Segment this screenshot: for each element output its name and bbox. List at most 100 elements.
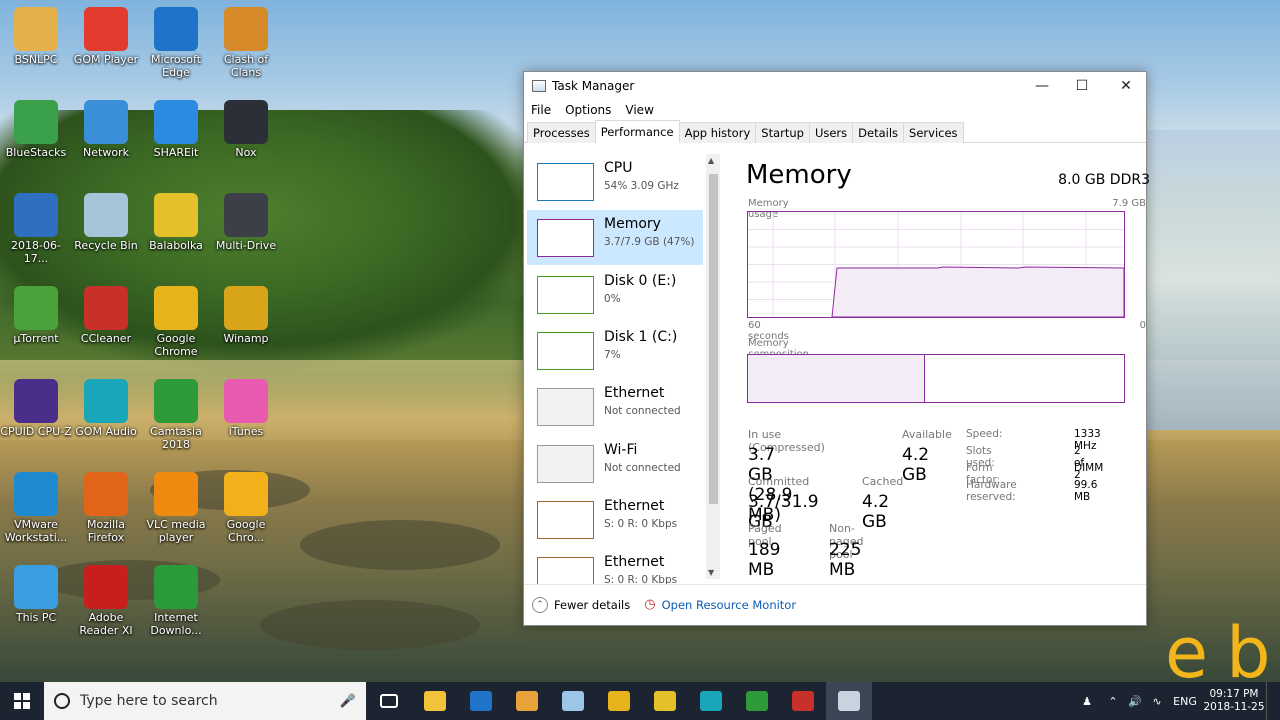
task-manager-window[interactable]: Task Manager — ☐ ✕ File Options View Pro…: [523, 71, 1150, 626]
tab-startup[interactable]: Startup: [755, 122, 810, 143]
desktop-icon[interactable]: This PC: [0, 565, 72, 624]
resource-item[interactable]: Ethernet Not connected: [527, 379, 703, 434]
taskbar-ccleaner[interactable]: [780, 682, 826, 720]
maximize-button[interactable]: ☐: [1060, 72, 1104, 100]
chevron-up-icon[interactable]: ⌃: [1102, 695, 1124, 708]
desktop-icon[interactable]: GOM Audio: [70, 379, 142, 438]
taskbar-gom-audio[interactable]: [688, 682, 734, 720]
memory-composition-bar: [747, 354, 1125, 403]
app-icon: [224, 193, 268, 237]
desktop-icon[interactable]: Google Chro...: [210, 472, 282, 544]
media-icon: [516, 691, 538, 711]
desktop-icon[interactable]: Google Chrome: [140, 286, 212, 358]
menu-file[interactable]: File: [531, 103, 551, 117]
app-icon: [14, 286, 58, 330]
taskbar-edge[interactable]: [458, 682, 504, 720]
resource-sub: S: 0 R: 0 Kbps: [604, 574, 678, 584]
chrome-icon: [608, 691, 630, 711]
desktop-icon[interactable]: 2018-06-17...: [0, 193, 72, 265]
show-desktop-button[interactable]: [1266, 682, 1280, 720]
search-placeholder: Type here to search: [80, 693, 218, 709]
tab-services[interactable]: Services: [903, 122, 964, 143]
open-resource-monitor-link[interactable]: Open Resource Monitor: [662, 598, 796, 612]
resource-thumbnail: [537, 557, 594, 584]
fewer-details-link[interactable]: Fewer details: [554, 598, 630, 612]
desktop-icon[interactable]: Adobe Reader XI: [70, 565, 142, 637]
desktop-icon-label: Mozilla Firefox: [87, 518, 125, 544]
taskbar-task-view[interactable]: [366, 682, 412, 720]
taskbar-file-explorer[interactable]: [412, 682, 458, 720]
tab-processes[interactable]: Processes: [527, 122, 596, 143]
desktop-icon[interactable]: BlueStacks: [0, 100, 72, 159]
people-icon[interactable]: ♟: [1072, 695, 1102, 708]
tab-app-history[interactable]: App history: [678, 122, 757, 143]
footer-bar: ⌃ Fewer details ◷ Open Resource Monitor: [524, 584, 1146, 624]
app-icon: [224, 100, 268, 144]
task-manager-icon: [532, 80, 546, 92]
clock[interactable]: 09:17 PM 2018-11-25: [1202, 688, 1266, 714]
desktop-icon-label: SHAREit: [153, 146, 199, 159]
desktop-icon[interactable]: BSNLPC: [0, 7, 72, 66]
tab-users[interactable]: Users: [808, 122, 854, 143]
desktop-icon-label: BlueStacks: [5, 146, 67, 159]
desktop-icon[interactable]: VMware Workstati...: [0, 472, 72, 544]
tab-details[interactable]: Details: [852, 122, 905, 143]
desktop-icon[interactable]: Mozilla Firefox: [70, 472, 142, 544]
resource-item[interactable]: Disk 1 (C:) 7%: [527, 323, 703, 378]
taskbar-media[interactable]: [504, 682, 550, 720]
microphone-icon[interactable]: 🎤: [340, 694, 356, 709]
desktop-icon[interactable]: iTunes: [210, 379, 282, 438]
resource-item[interactable]: Wi-Fi Not connected: [527, 436, 703, 491]
committed-label: Committed: [748, 475, 810, 488]
taskbar-task-manager[interactable]: [826, 682, 872, 720]
desktop-icon[interactable]: µTorrent: [0, 286, 72, 345]
scroll-up-icon[interactable]: ▲: [708, 156, 714, 165]
desktop-icon[interactable]: Microsoft Edge: [140, 7, 212, 79]
desktop-icon[interactable]: Recycle Bin: [70, 193, 142, 252]
desktop-icon[interactable]: VLC media player: [140, 472, 212, 544]
taskbar-notes[interactable]: [550, 682, 596, 720]
volume-icon[interactable]: 🔊: [1124, 695, 1146, 708]
app-icon: [224, 472, 268, 516]
taskbar-search[interactable]: Type here to search 🎤: [44, 682, 366, 720]
ccleaner-icon: [792, 691, 814, 711]
menu-options[interactable]: Options: [565, 103, 611, 117]
minimize-button[interactable]: —: [1020, 72, 1064, 100]
resource-item[interactable]: Ethernet S: 0 R: 0 Kbps: [527, 492, 703, 547]
desktop-icon[interactable]: Multi-Drive: [210, 193, 282, 252]
taskbar-chrome[interactable]: [596, 682, 642, 720]
desktop-icon[interactable]: Camtasia 2018: [140, 379, 212, 451]
app-icon: [224, 286, 268, 330]
resource-name: Ethernet: [604, 385, 665, 402]
resource-item[interactable]: Memory 3.7/7.9 GB (47%): [527, 210, 703, 266]
desktop-icon[interactable]: SHAREit: [140, 100, 212, 159]
scroll-down-icon[interactable]: ▼: [708, 568, 714, 577]
language-indicator[interactable]: ENG: [1168, 695, 1202, 708]
app-icon: [84, 565, 128, 609]
resource-list-scrollbar[interactable]: ▲ ▼: [706, 154, 720, 579]
desktop-icon[interactable]: Winamp: [210, 286, 282, 345]
rock: [300, 520, 500, 570]
network-icon[interactable]: ∿: [1146, 695, 1168, 708]
tab-performance[interactable]: Performance: [594, 120, 680, 143]
resource-name: CPU: [604, 160, 633, 176]
desktop-icon[interactable]: GOM Player: [70, 7, 142, 66]
taskbar-balabolka[interactable]: [642, 682, 688, 720]
start-button[interactable]: [0, 682, 44, 720]
desktop-icon[interactable]: CPUID CPU-Z: [0, 379, 72, 438]
chevron-up-icon[interactable]: ⌃: [532, 596, 548, 613]
taskbar-camtasia[interactable]: [734, 682, 780, 720]
desktop-icon[interactable]: Network: [70, 100, 142, 159]
desktop-icon[interactable]: CCleaner: [70, 286, 142, 345]
close-button[interactable]: ✕: [1104, 72, 1148, 100]
scrollbar-thumb[interactable]: [709, 174, 718, 504]
resource-item[interactable]: Ethernet S: 0 R: 0 Kbps: [527, 548, 703, 584]
resource-item[interactable]: Disk 0 (E:) 0%: [527, 267, 703, 322]
menu-view[interactable]: View: [625, 103, 653, 117]
desktop-icon[interactable]: Nox: [210, 100, 282, 159]
resource-item[interactable]: CPU 54% 3.09 GHz: [527, 154, 703, 209]
desktop-icon[interactable]: Balabolka: [140, 193, 212, 252]
title-bar[interactable]: Task Manager — ☐ ✕: [524, 72, 1146, 100]
desktop-icon[interactable]: Clash of Clans: [210, 7, 282, 79]
desktop-icon[interactable]: Internet Downlo...: [140, 565, 212, 637]
